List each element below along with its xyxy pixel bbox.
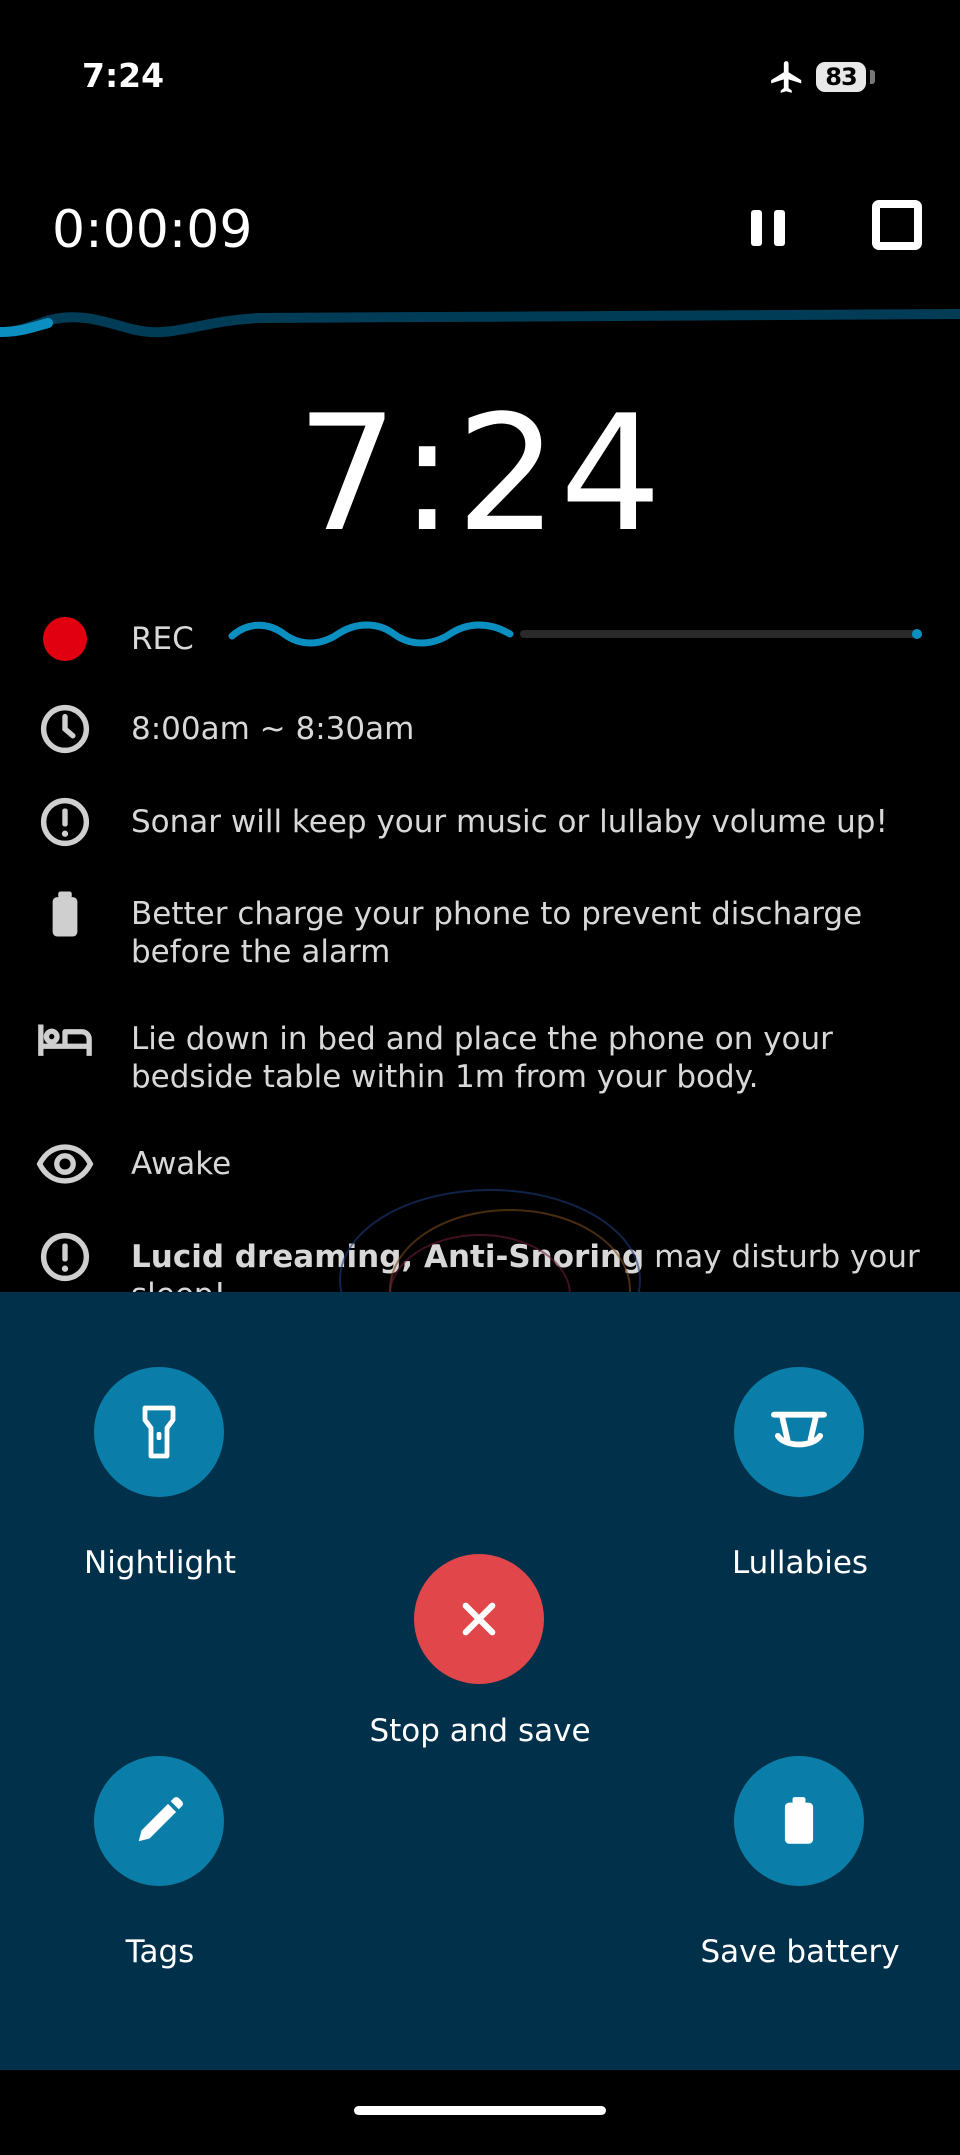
battery-icon	[52, 891, 78, 937]
flashlight-icon	[142, 1405, 176, 1459]
current-clock: 7:24	[296, 380, 664, 567]
stop-button[interactable]	[872, 200, 922, 250]
tags-label: Tags	[125, 1934, 195, 1970]
save-battery-button[interactable]	[734, 1756, 864, 1886]
bed-tip-line2: bedside table within 1m from your body.	[131, 1059, 759, 1095]
close-icon	[462, 1602, 496, 1636]
bed-row: Lie down in bed and place the phone on y…	[36, 1010, 936, 1096]
save-battery-label: Save battery	[700, 1934, 900, 1970]
sleep-state-text: Awake	[131, 1146, 232, 1182]
bed-tip-line1: Lie down in bed and place the phone on y…	[131, 1021, 833, 1057]
cradle-icon	[771, 1411, 827, 1448]
pause-button[interactable]	[745, 200, 791, 256]
recording-dot-icon	[43, 617, 87, 661]
rec-label: REC	[131, 621, 194, 657]
decorative-swirl	[339, 1189, 641, 1300]
lullabies-button[interactable]	[734, 1367, 864, 1497]
recording-waveform	[228, 621, 922, 647]
stop-and-save-label: Stop and save	[369, 1713, 591, 1749]
warning-icon	[40, 1232, 90, 1282]
pencil-icon	[138, 1797, 183, 1842]
nightlight-label: Nightlight	[84, 1545, 236, 1581]
sleep-progress-wave	[0, 309, 960, 338]
sonar-row: Sonar will keep your music or lullaby vo…	[36, 793, 936, 851]
sonar-tip-text: Sonar will keep your music or lullaby vo…	[131, 804, 888, 840]
charge-tip-line2: before the alarm	[131, 934, 391, 970]
airplane-mode-icon	[771, 61, 802, 93]
battery-level: 83	[816, 62, 866, 92]
eye-icon	[36, 1144, 94, 1184]
charge-tip-line1: Better charge your phone to prevent disc…	[131, 896, 863, 932]
charge-row: Better charge your phone to prevent disc…	[36, 885, 936, 971]
battery-icon	[784, 1797, 814, 1844]
clock-icon	[40, 704, 90, 754]
alarm-window-row[interactable]: 8:00am ~ 8:30am	[36, 700, 936, 758]
tags-button[interactable]	[94, 1756, 224, 1886]
home-indicator[interactable]	[354, 2106, 606, 2115]
battery-nub	[870, 70, 875, 84]
status-time: 7:24	[82, 56, 165, 95]
warning-icon	[40, 797, 90, 847]
alarm-window-text: 8:00am ~ 8:30am	[131, 711, 415, 747]
nightlight-button[interactable]	[94, 1367, 224, 1497]
elapsed-timer: 0:00:09	[52, 200, 253, 260]
lullabies-label: Lullabies	[731, 1545, 869, 1581]
bed-icon	[38, 1024, 92, 1056]
stop-and-save-button[interactable]	[414, 1554, 544, 1684]
